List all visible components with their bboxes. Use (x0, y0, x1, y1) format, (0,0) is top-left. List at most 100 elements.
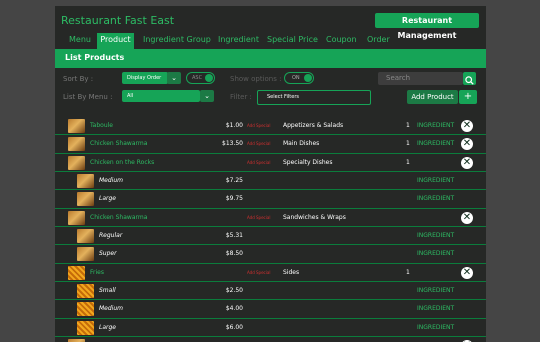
ingredient-link[interactable]: INGREDIENT (417, 195, 454, 202)
variant-name[interactable]: Medium (99, 177, 123, 184)
add-special-link[interactable]: Add Special (247, 123, 270, 128)
toggle-knob-icon (205, 74, 213, 82)
tab-ingredient-group[interactable]: Ingredient Group (143, 33, 211, 49)
quantity: 1 (406, 158, 410, 166)
search-button[interactable] (463, 72, 476, 85)
tab-order[interactable]: Order (367, 33, 390, 49)
product-name[interactable]: Fries (90, 269, 104, 276)
food-thumbnail (77, 247, 94, 262)
show-options-toggle-label: ON (292, 75, 300, 81)
add-product-button[interactable]: Add Product (407, 90, 458, 104)
ingredient-link[interactable]: INGREDIENT (417, 140, 454, 147)
price: $7.25 (225, 176, 243, 184)
show-options-toggle[interactable]: ON (284, 72, 314, 84)
ingredient-link[interactable]: INGREDIENT (417, 232, 454, 239)
filter-label: Filter : (230, 93, 252, 101)
sort-by-label: Sort By : (63, 75, 94, 83)
delete-icon[interactable]: ✕ (461, 120, 473, 132)
quantity: 1 (406, 268, 410, 276)
product-name[interactable]: Taboule (90, 122, 113, 129)
add-special-link[interactable]: Add Special (247, 141, 270, 146)
tab-coupon[interactable]: Coupon (326, 33, 357, 49)
add-special-link[interactable]: Add Special (247, 160, 270, 165)
sort-by-select[interactable]: Display Order (122, 72, 168, 84)
product-row[interactable]: Fries Add Special Sides 1 ✕ (55, 264, 486, 282)
ingredient-link[interactable]: INGREDIENT (417, 324, 454, 331)
search-input[interactable]: Search (378, 72, 463, 85)
product-row[interactable]: Chicken Shawarma $13.50 Add Special Main Di… (55, 135, 486, 154)
ingredient-link[interactable]: INGREDIENT (417, 122, 454, 129)
variant-row[interactable]: Small $2.50 INGREDIENT (55, 282, 486, 301)
variant-row[interactable]: Regular $5.31 INGREDIENT (55, 227, 486, 246)
ingredient-link[interactable]: INGREDIENT (417, 250, 454, 257)
plus-icon[interactable]: + (459, 90, 477, 104)
price: $1.00 (225, 122, 243, 129)
food-thumbnail (77, 228, 94, 243)
restaurant-management-button[interactable]: Restaurant Management (375, 13, 479, 40)
price: $4.00 (225, 305, 243, 313)
variant-name[interactable]: Small (99, 287, 116, 294)
food-thumbnail (68, 119, 85, 133)
filter-select[interactable]: Select Filters (257, 90, 371, 105)
price: $2.50 (225, 286, 243, 294)
product-row[interactable]: Hummus$5.25Add SpecialAppetizers & Salad… (55, 337, 486, 342)
list-by-menu-label: List By Menu : (63, 93, 113, 101)
tab-product[interactable]: Product (97, 33, 134, 49)
ingredient-link[interactable]: INGREDIENT (417, 287, 454, 294)
price: $5.31 (225, 231, 243, 239)
variant-name[interactable]: Super (99, 250, 117, 257)
show-options-label: Show options : (230, 75, 282, 83)
main-panel: Restaurant Fast East Restaurant Manageme… (55, 6, 486, 342)
variant-row[interactable]: Super $8.50 INGREDIENT (55, 245, 486, 264)
delete-icon[interactable]: ✕ (461, 156, 473, 169)
ingredient-link[interactable]: INGREDIENT (417, 305, 454, 312)
tab-bar: Menu Product Ingredient Group Ingredient… (55, 33, 486, 49)
food-thumbnail (77, 173, 94, 188)
product-row[interactable]: Chicken on the Rocks Add Special Specialty… (55, 154, 486, 172)
order-toggle[interactable]: ASC (186, 72, 215, 84)
tab-special-price[interactable]: Special Price (267, 33, 318, 49)
food-thumbnail (68, 210, 85, 225)
fries-thumbnail (68, 265, 85, 280)
price: $9.75 (225, 195, 243, 203)
add-special-link[interactable]: Add Special (247, 215, 270, 220)
price: $6.00 (225, 323, 243, 331)
chevron-down-icon[interactable]: ⌄ (167, 72, 181, 84)
category: Appetizers & Salads (283, 122, 344, 129)
category: Main Dishes (283, 140, 320, 148)
variant-row[interactable]: Medium $7.25 INGREDIENT (55, 172, 486, 191)
section-title: List Products (65, 53, 125, 62)
category: Sides (283, 268, 300, 276)
price: $13.50 (222, 140, 243, 148)
variant-row[interactable]: Large $9.75 INGREDIENT (55, 190, 486, 209)
tab-ingredient[interactable]: Ingredient (218, 33, 259, 49)
fries-thumbnail (77, 320, 94, 335)
quantity: 1 (406, 122, 410, 129)
product-name[interactable]: Chicken on the Rocks (90, 159, 154, 166)
fries-thumbnail (77, 302, 94, 317)
variant-row[interactable]: Large $6.00 INGREDIENT (55, 319, 486, 337)
product-row[interactable]: Chicken Shawarma Add Special Sandwiches & … (55, 209, 486, 227)
add-special-link[interactable]: Add Special (247, 270, 270, 275)
delete-icon[interactable]: ✕ (461, 138, 473, 151)
variant-name[interactable]: Medium (99, 305, 123, 312)
list-by-menu-select[interactable]: All (122, 90, 200, 102)
tab-menu[interactable]: Menu (69, 33, 91, 49)
variant-name[interactable]: Large (99, 195, 116, 202)
price: $8.50 (225, 250, 243, 258)
variant-name[interactable]: Regular (99, 232, 122, 239)
chevron-down-icon[interactable]: ⌄ (200, 90, 214, 102)
header: Restaurant Fast East Restaurant Manageme… (55, 6, 486, 40)
app-title: Restaurant Fast East (61, 14, 175, 27)
variant-name[interactable]: Large (99, 324, 116, 331)
ingredient-link[interactable]: INGREDIENT (417, 177, 454, 184)
product-name[interactable]: Chicken Shawarma (90, 140, 147, 147)
product-name[interactable]: Chicken Shawarma (90, 214, 147, 221)
variant-row[interactable]: Medium $4.00 INGREDIENT (55, 300, 486, 319)
product-row[interactable]: Taboule $1.00 Add Special Appetizers & Sala… (55, 117, 486, 136)
delete-icon[interactable]: ✕ (461, 211, 473, 224)
delete-icon[interactable]: ✕ (461, 266, 473, 279)
category: Specialty Dishes (283, 158, 333, 166)
food-thumbnail (77, 192, 94, 207)
section-bar: List Products (55, 49, 486, 68)
